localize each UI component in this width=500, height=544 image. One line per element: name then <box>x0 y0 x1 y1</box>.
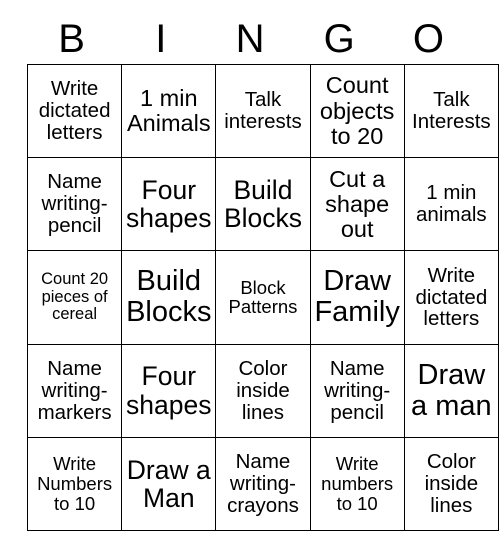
bingo-cell[interactable]: Name writing-pencil <box>26 157 123 252</box>
bingo-cell[interactable]: Count objects to 20 <box>309 63 405 159</box>
bingo-cell[interactable]: 1 min Animals <box>121 63 217 159</box>
bingo-cell[interactable]: Four shapes <box>121 157 217 252</box>
bingo-cell[interactable]: Write dictated letters <box>403 250 499 345</box>
bingo-cell[interactable]: Write Numbers to 10 <box>26 436 123 531</box>
bingo-header-letter-o: O <box>412 17 444 61</box>
bingo-cell[interactable]: Write numbers to 10 <box>309 436 405 531</box>
bingo-cell[interactable]: Talk interests <box>215 63 311 159</box>
bingo-row: Name writing-markers Four shapes Color i… <box>26 343 499 438</box>
bingo-header-letter-i: I <box>155 17 167 61</box>
bingo-row: Write Numbers to 10 Draw a Man Name writ… <box>26 436 499 531</box>
bingo-header-row: B I N G O <box>27 14 473 64</box>
bingo-cell[interactable]: Color inside lines <box>403 436 499 531</box>
bingo-cell[interactable]: Build Blocks <box>121 250 217 345</box>
bingo-cell[interactable]: Four shapes <box>121 343 217 438</box>
bingo-header-letter-b: B <box>58 17 85 61</box>
bingo-cell[interactable]: Talk Interests <box>403 63 499 159</box>
bingo-cell[interactable]: Draw a man <box>403 343 499 438</box>
bingo-cell[interactable]: Color inside lines <box>215 343 311 438</box>
bingo-cell[interactable]: Block Patterns <box>215 250 311 345</box>
bingo-row: Count 20 pieces of cereal Build Blocks B… <box>26 250 499 345</box>
bingo-cell[interactable]: Name writing-markers <box>26 343 123 438</box>
bingo-cell[interactable]: Write dictated letters <box>26 63 123 159</box>
bingo-header-letter-n: N <box>235 17 265 61</box>
bingo-row: Name writing-pencil Four shapes Build Bl… <box>26 157 499 252</box>
bingo-cell[interactable]: Draw Family <box>309 250 405 345</box>
bingo-row: Write dictated letters 1 min Animals Tal… <box>26 63 499 159</box>
bingo-cell[interactable]: Cut a shape out <box>309 157 405 252</box>
bingo-card: B I N G O Write dictated letters 1 min A… <box>0 0 500 544</box>
bingo-cell[interactable]: Name writing-pencil <box>309 343 405 438</box>
bingo-header-letter-g: G <box>323 17 355 61</box>
bingo-cell[interactable]: 1 min animals <box>403 157 499 252</box>
bingo-cell[interactable]: Draw a Man <box>121 436 217 531</box>
bingo-cell[interactable]: Build Blocks <box>215 157 311 252</box>
bingo-cell[interactable]: Name writing-crayons <box>215 436 311 531</box>
bingo-grid: Write dictated letters 1 min Animals Tal… <box>26 63 499 531</box>
bingo-cell[interactable]: Count 20 pieces of cereal <box>26 250 123 345</box>
